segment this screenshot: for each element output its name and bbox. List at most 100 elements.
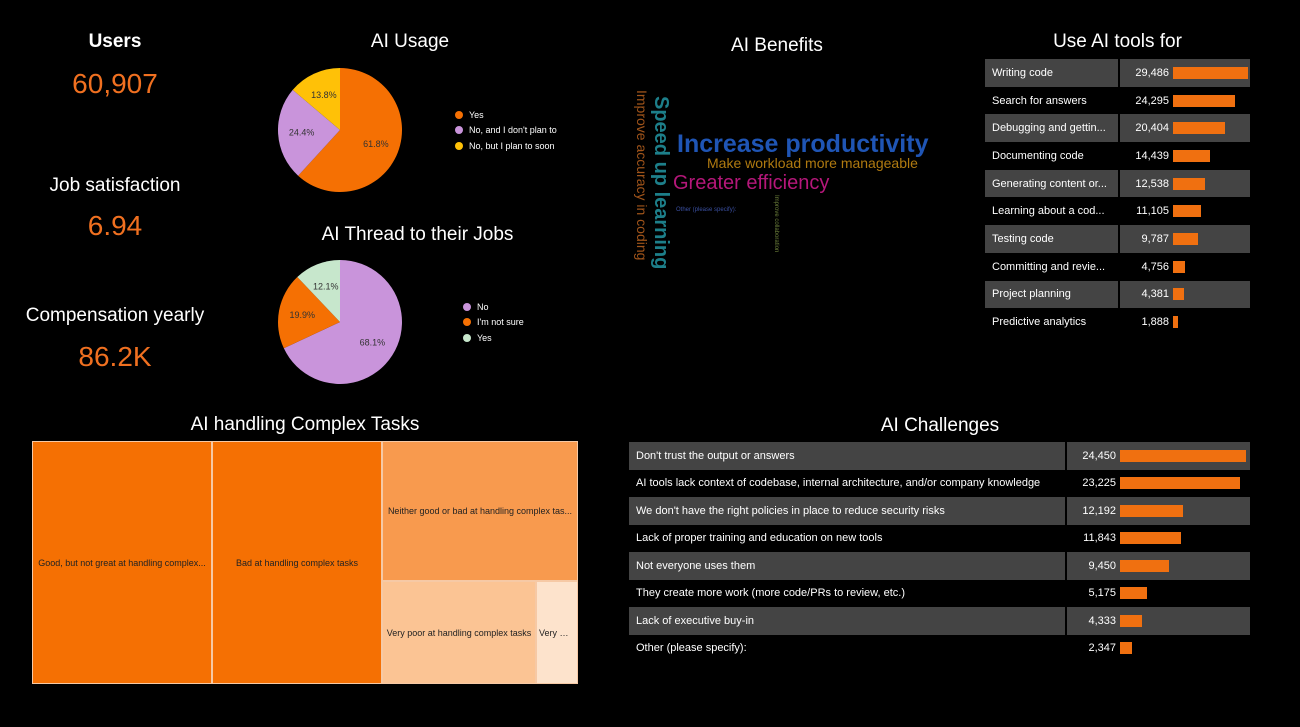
table-row[interactable]: We don't have the right policies in plac… <box>629 497 1250 525</box>
row-value: 24,450 <box>1082 449 1116 462</box>
row-value: 1,888 <box>1141 316 1169 329</box>
row-value: 4,381 <box>1141 288 1169 301</box>
users-label: Users <box>88 31 142 52</box>
value-bar <box>1173 122 1225 135</box>
row-label: Writing code <box>992 66 1053 79</box>
table-row[interactable]: Other (please specify): 2,347 <box>629 635 1250 663</box>
value-bar <box>1173 177 1205 190</box>
row-value: 2,347 <box>1088 642 1116 655</box>
ai-benefits-wordcloud: Increase productivity Make workload more… <box>620 80 950 290</box>
row-label: They create more work (more code/PRs to … <box>636 587 905 600</box>
use-ai-tools-title: Use AI tools for <box>1053 31 1182 52</box>
complex-tasks-treemap: Good, but not great at handling complex.… <box>32 441 578 684</box>
table-row[interactable]: Writing code 29,486 <box>985 59 1250 87</box>
row-label: Generating content or... <box>992 177 1107 190</box>
treemap-cell-bad[interactable]: Bad at handling complex tasks <box>212 441 382 684</box>
treemap-title: AI handling Complex Tasks <box>190 414 420 435</box>
table-row[interactable]: AI tools lack context of codebase, inter… <box>629 470 1250 498</box>
table-row[interactable]: Documenting code 14,439 <box>985 142 1250 170</box>
table-row[interactable]: Project planning 4,381 <box>985 280 1250 309</box>
value-bar <box>1173 66 1248 79</box>
ai-challenges-table: Don't trust the output or answers 24,450 A… <box>629 442 1250 662</box>
table-row[interactable]: Lack of proper training and education on… <box>629 525 1250 553</box>
treemap-cell-very-poor[interactable]: Very poor at handling complex tasks <box>382 581 536 684</box>
table-row[interactable]: Testing code 9,787 <box>985 225 1250 253</box>
row-value: 4,756 <box>1141 260 1169 273</box>
treemap-cell-very-well-label: Very wel... <box>539 627 577 638</box>
row-label: Testing code <box>992 232 1054 245</box>
legend-swatch <box>455 110 463 119</box>
users-value: 60,907 <box>72 68 158 99</box>
value-bar <box>1120 559 1169 572</box>
legend-item[interactable]: Yes <box>455 107 557 123</box>
row-label: Lack of proper training and education on… <box>636 532 883 545</box>
table-row[interactable]: Generating content or... 12,538 <box>985 169 1250 198</box>
ai-challenges-title: AI Challenges <box>880 415 1000 436</box>
pie-value-label: 68.1% <box>360 338 386 348</box>
value-bar <box>1173 316 1178 329</box>
value-bar <box>1173 288 1185 301</box>
legend-item[interactable]: No, and I don't plan to <box>455 123 557 139</box>
table-row[interactable]: Debugging and gettin... 20,404 <box>985 114 1250 143</box>
row-value: 29,486 <box>1135 66 1169 79</box>
word-other: Other (please specify): <box>676 207 737 213</box>
table-row[interactable]: Search for answers 24,295 <box>985 87 1250 115</box>
legend-item[interactable]: Yes <box>463 330 524 346</box>
table-row[interactable]: Don't trust the output or answers 24,450 <box>629 442 1250 470</box>
treemap-cell-very-well[interactable]: Very wel... <box>536 581 578 684</box>
row-label: Search for answers <box>992 94 1087 107</box>
row-value: 20,404 <box>1135 122 1169 135</box>
row-label: AI tools lack context of codebase, inter… <box>636 477 1041 490</box>
table-row[interactable]: Committing and revie... 4,756 <box>985 253 1250 281</box>
table-row[interactable]: Predictive analytics 1,888 <box>985 308 1250 336</box>
row-label: Documenting code <box>992 149 1084 162</box>
legend-label: Yes <box>469 109 484 120</box>
value-bar <box>1173 260 1186 273</box>
row-label: Committing and revie... <box>992 260 1106 273</box>
legend-swatch <box>463 333 471 342</box>
row-value: 5,175 <box>1088 587 1116 600</box>
table-row[interactable]: They create more work (more code/PRs to … <box>629 580 1250 608</box>
compensation-label: Compensation yearly <box>25 305 205 326</box>
pie-value-label: 19.9% <box>289 310 315 320</box>
row-value: 9,787 <box>1141 232 1169 245</box>
legend-swatch <box>455 141 463 150</box>
ai-usage-legend: Yes No, and I don't plan to No, but I plan… <box>455 107 557 154</box>
ai-threat-legend: No I'm not sure Yes <box>463 299 524 346</box>
row-value: 12,192 <box>1082 504 1116 517</box>
legend-item[interactable]: No <box>463 299 524 315</box>
table-row[interactable]: Not everyone uses them 9,450 <box>629 552 1250 580</box>
pie-value-label: 12.1% <box>313 281 339 291</box>
ai-usage-title: AI Usage <box>370 31 450 52</box>
value-bar <box>1120 449 1247 462</box>
table-row[interactable]: Learning about a cod... 11,105 <box>985 197 1250 225</box>
treemap-cell-neither[interactable]: Neither good or bad at handling complex … <box>382 441 578 581</box>
pie-value-label: 24.4% <box>289 127 315 137</box>
row-label: Not everyone uses them <box>636 559 756 572</box>
row-value: 4,333 <box>1088 614 1116 627</box>
row-value: 14,439 <box>1135 149 1169 162</box>
word-speed-up-learning: Speed up learning <box>650 96 672 270</box>
row-label: We don't have the right policies in plac… <box>636 504 945 517</box>
job-satisfaction-value: 6.94 <box>87 210 143 241</box>
row-label: Debugging and gettin... <box>992 122 1106 135</box>
treemap-cell-bad-label: Bad at handling complex tasks <box>235 557 359 568</box>
use-ai-tools-table: Writing code 29,486 Search for answers 24,2… <box>985 59 1250 336</box>
value-bar <box>1120 587 1147 600</box>
row-value: 11,843 <box>1083 532 1116 545</box>
legend-item[interactable]: I'm not sure <box>463 315 524 331</box>
ai-benefits-title: AI Benefits <box>731 35 823 56</box>
legend-swatch <box>455 126 463 135</box>
legend-item[interactable]: No, but I plan to soon <box>455 138 557 154</box>
legend-label: Yes <box>477 332 492 343</box>
treemap-cell-good[interactable]: Good, but not great at handling complex.… <box>32 441 212 684</box>
row-label: Learning about a cod... <box>992 205 1105 218</box>
row-label: Lack of executive buy-in <box>636 614 755 627</box>
job-satisfaction-label: Job satisfaction <box>49 175 181 196</box>
row-label: Other (please specify): <box>636 642 747 655</box>
table-row[interactable]: Lack of executive buy-in 4,333 <box>629 607 1250 635</box>
treemap-cell-good-label: Good, but not great at handling complex.… <box>38 557 206 568</box>
word-improve-collaboration: Improve collaboration <box>773 195 779 253</box>
legend-label: I'm not sure <box>477 317 524 328</box>
word-make-workload: Make workload more manageable <box>707 155 918 171</box>
